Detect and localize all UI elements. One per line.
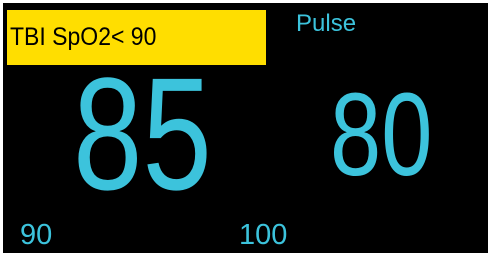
spo2-alarm-limit-low: 90 — [20, 219, 53, 251]
spo2-value: 85 — [73, 44, 212, 223]
spo2-alarm-limit-high: 100 — [239, 219, 288, 251]
monitor-screen: TBI SpO2< 90 Pulse 85 80 90 100 — [3, 3, 488, 253]
pulse-value: 80 — [330, 69, 433, 201]
pulse-label: Pulse — [296, 10, 357, 37]
